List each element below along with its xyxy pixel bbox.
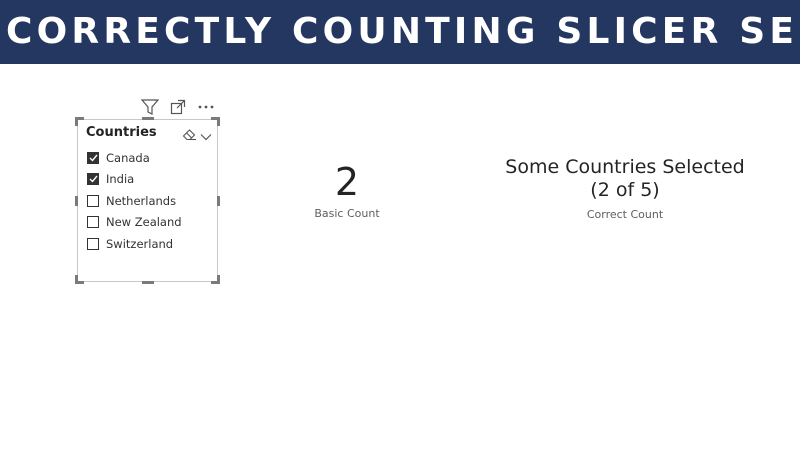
slicer-item-label: New Zealand — [106, 215, 182, 230]
checkbox-unchecked[interactable] — [87, 237, 99, 250]
slicer-item-label: Canada — [106, 150, 150, 165]
checkbox-unchecked[interactable] — [87, 194, 99, 207]
slicer-list: Canada India Netherlands New Zealand Swi… — [87, 147, 182, 255]
slicer-item-label: Switzerland — [106, 236, 174, 251]
correct-count-line1: Some Countries Selected — [505, 156, 745, 178]
basic-count-value: 2 — [334, 160, 360, 204]
resize-handle[interactable] — [75, 117, 78, 126]
correct-count-label: Correct Count — [586, 208, 664, 221]
basic-count-label: Basic Count — [314, 207, 380, 220]
banner-title: CORRECTLY COUNTING SLICER SELECTIONS — [6, 11, 800, 52]
checkbox-unchecked[interactable] — [87, 216, 99, 229]
focus-mode-icon[interactable] — [168, 97, 188, 117]
resize-handle[interactable] — [217, 196, 220, 206]
more-options-icon[interactable] — [196, 97, 216, 117]
checkbox-checked[interactable] — [87, 151, 99, 164]
eraser-icon[interactable] — [182, 126, 197, 145]
countries-slicer[interactable]: Countries Canada India Netherlands New Z… — [75, 117, 220, 284]
slicer-item-netherlands[interactable]: Netherlands — [87, 190, 182, 212]
filter-icon[interactable] — [140, 97, 160, 117]
visual-header — [140, 97, 216, 117]
resize-handle[interactable] — [217, 117, 220, 126]
resize-handle[interactable] — [75, 275, 78, 284]
slicer-item-label: India — [106, 172, 135, 187]
title-banner: CORRECTLY COUNTING SLICER SELECTIONS — [0, 0, 800, 64]
resize-handle[interactable] — [75, 196, 78, 206]
slicer-item-new-zealand[interactable]: New Zealand — [87, 212, 182, 234]
slicer-tools — [182, 126, 212, 145]
slicer-item-india[interactable]: India — [87, 169, 182, 191]
resize-handle[interactable] — [142, 117, 154, 120]
slicer-item-label: Netherlands — [106, 193, 177, 208]
correct-count-line2: (2 of 5) — [590, 179, 660, 201]
slicer-item-switzerland[interactable]: Switzerland — [87, 233, 182, 255]
resize-handle[interactable] — [217, 275, 220, 284]
checkbox-checked[interactable] — [87, 173, 99, 186]
chevron-down-icon[interactable] — [200, 126, 212, 145]
slicer-title: Countries — [86, 125, 157, 140]
resize-handle[interactable] — [142, 281, 154, 284]
slicer-item-canada[interactable]: Canada — [87, 147, 182, 169]
